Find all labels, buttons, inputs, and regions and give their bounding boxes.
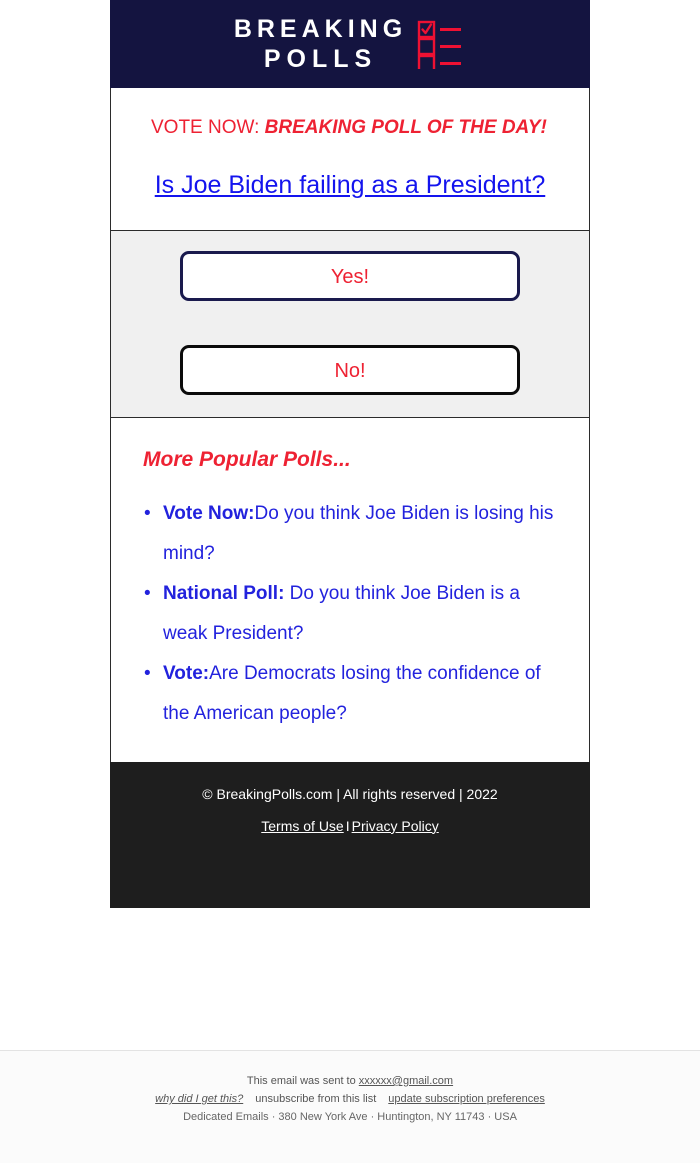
poll-item-prefix: Vote: — [163, 662, 210, 684]
mail-client-footer: This email was sent to xxxxxx@gmail.com … — [0, 1051, 700, 1163]
poll-checkbox-icon — [417, 20, 462, 69]
poll-item-prefix: National Poll: — [163, 582, 285, 604]
poll-item-prefix: Vote Now: — [163, 502, 255, 524]
list-item[interactable]: Vote:Are Democrats losing the confidence… — [144, 654, 563, 734]
mail-footer-links-row: why did I get this? unsubscribe from this… — [0, 1090, 700, 1108]
poll-item-text: Are Democrats losing the confidence of t… — [163, 662, 541, 724]
vote-no-button[interactable]: No! — [180, 344, 520, 395]
email-header: BREAKING POLLS — [110, 0, 590, 88]
copyright-text: © BreakingPolls.com | All rights reserve… — [202, 785, 498, 802]
sent-to-row: This email was sent to xxxxxx@gmail.com — [0, 1072, 700, 1090]
recipient-email-link[interactable]: xxxxxx@gmail.com — [359, 1075, 453, 1087]
more-polls-section: More Popular Polls... Vote Now:Do you th… — [110, 417, 590, 762]
email-footer: © BreakingPolls.com | All rights reserve… — [110, 761, 590, 908]
more-polls-title: More Popular Polls... — [143, 447, 351, 471]
footer-links: Terms of Use I Privacy Policy — [130, 818, 570, 834]
footer-link-separator: I — [345, 817, 350, 834]
email-card: BREAKING POLLS VOTE NOW: BREAKING POLL O… — [110, 0, 590, 908]
poll-kicker-lead: VOTE NOW: — [151, 117, 265, 138]
email-preview-page: BREAKING POLLS VOTE NOW: BREAKING POLL O… — [0, 0, 700, 1163]
list-item[interactable]: National Poll: Do you think Joe Biden is… — [144, 574, 563, 654]
sent-to-label: This email was sent to — [246, 1075, 359, 1087]
more-polls-list: Vote Now:Do you think Joe Biden is losin… — [133, 494, 567, 734]
privacy-policy-link[interactable]: Privacy Policy — [352, 818, 439, 834]
poll-intro-section: VOTE NOW: BREAKING POLL OF THE DAY! Is J… — [110, 88, 590, 230]
brand-logo-wordmark: BREAKING POLLS — [233, 14, 408, 73]
brand-logo-line-2: POLLS — [263, 44, 378, 73]
sender-address: Dedicated Emails · 380 New York Ave · Hu… — [183, 1111, 517, 1123]
unsubscribe-link[interactable]: unsubscribe from this list — [255, 1093, 376, 1105]
poll-kicker-emphasis: BREAKING POLL OF THE DAY! — [264, 117, 547, 138]
why-did-i-get-this-link[interactable]: why did I get this? — [155, 1093, 243, 1105]
terms-of-use-link[interactable]: Terms of Use — [261, 818, 343, 834]
vote-yes-button[interactable]: Yes! — [180, 250, 520, 301]
update-preferences-link[interactable]: update subscription preferences — [388, 1093, 545, 1105]
brand-logo: BREAKING POLLS — [233, 14, 466, 73]
poll-kicker: VOTE NOW: BREAKING POLL OF THE DAY! — [151, 116, 567, 141]
list-item[interactable]: Vote Now:Do you think Joe Biden is losin… — [144, 494, 563, 574]
brand-logo-line-1: BREAKING — [233, 14, 408, 43]
poll-question-link[interactable]: Is Joe Biden failing as a President? — [133, 171, 567, 200]
vote-options-section: Yes! No! — [110, 229, 590, 418]
